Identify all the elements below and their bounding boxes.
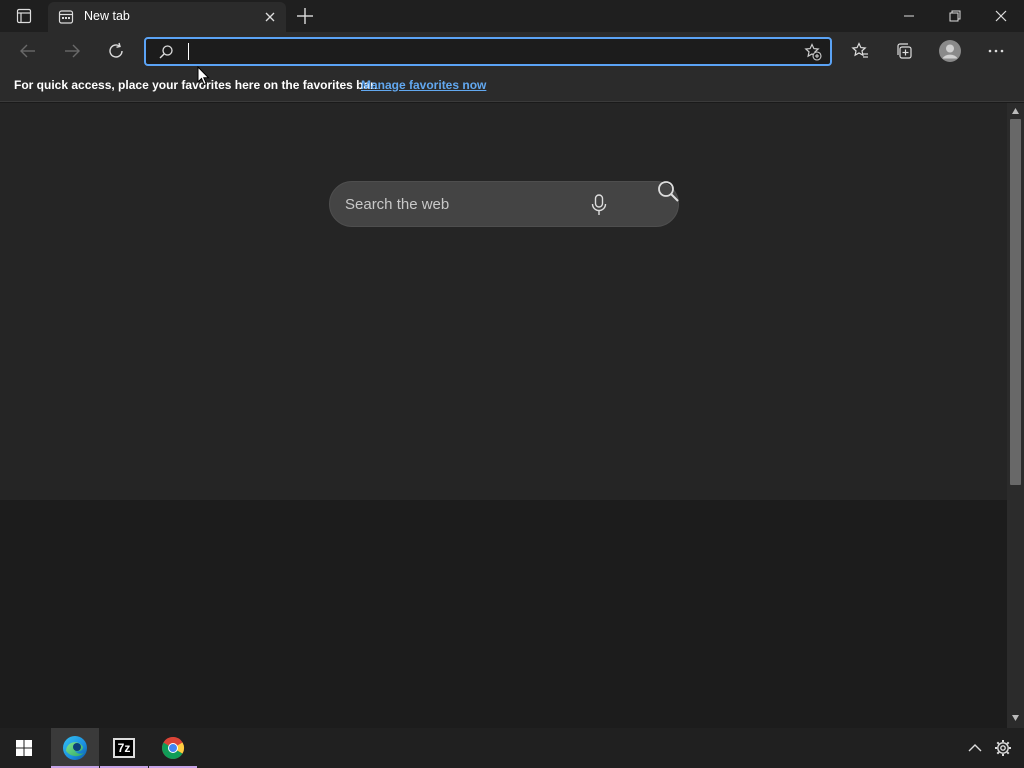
- refresh-icon: [109, 42, 123, 58]
- taskbar: 7z: [0, 728, 1024, 768]
- forward-button[interactable]: [56, 36, 88, 66]
- tab-actions-button[interactable]: [0, 0, 48, 32]
- new-tab-button[interactable]: [294, 5, 316, 27]
- chevron-up-icon: [968, 744, 982, 752]
- windows-logo-icon: [16, 740, 32, 756]
- start-button[interactable]: [0, 728, 48, 768]
- web-search-box[interactable]: Search the web: [329, 181, 679, 227]
- ellipsis-icon: [988, 49, 1004, 53]
- favorites-bar-message: For quick access, place your favorites h…: [14, 78, 378, 92]
- scrollbar-thumb[interactable]: [1010, 119, 1021, 485]
- avatar-icon: [939, 40, 961, 62]
- title-bar: New tab: [0, 0, 1024, 32]
- text-caret: [188, 43, 189, 60]
- scroll-up-icon[interactable]: [1011, 107, 1020, 115]
- taskbar-chrome[interactable]: [149, 728, 197, 768]
- 7zip-icon: 7z: [113, 738, 135, 758]
- back-button[interactable]: [12, 36, 44, 66]
- gear-icon: [995, 740, 1011, 756]
- scroll-down-icon[interactable]: [1011, 714, 1020, 722]
- new-tab-page: [0, 103, 1007, 500]
- settings-button[interactable]: [982, 728, 1024, 768]
- new-tab-page-lower: [0, 500, 1007, 728]
- close-window-button[interactable]: [978, 0, 1024, 32]
- collections-icon: [897, 43, 912, 59]
- taskbar-7zip[interactable]: 7z: [100, 728, 148, 768]
- close-icon: [995, 10, 1007, 22]
- minimize-button[interactable]: [886, 0, 932, 32]
- tab-title: New tab: [84, 9, 130, 23]
- tab-new-tab[interactable]: New tab: [48, 2, 286, 32]
- search-icon: [159, 45, 173, 59]
- favorites-button[interactable]: [844, 36, 876, 66]
- mouse-cursor-icon: [197, 66, 210, 86]
- tab-actions-icon: [16, 8, 32, 24]
- more-button[interactable]: [980, 36, 1012, 66]
- address-input[interactable]: [186, 41, 786, 62]
- taskbar-edge[interactable]: [51, 728, 99, 768]
- search-placeholder: Search the web: [345, 196, 450, 213]
- arrow-right-icon: [65, 44, 80, 58]
- minimize-icon: [904, 15, 914, 17]
- restore-icon: [949, 10, 961, 22]
- favorites-bar: For quick access, place your favorites h…: [0, 70, 1024, 102]
- arrow-left-icon: [20, 44, 35, 58]
- search-icon[interactable]: [656, 179, 680, 203]
- profile-button[interactable]: [934, 36, 966, 66]
- edge-icon: [63, 736, 87, 760]
- chrome-icon: [162, 737, 184, 759]
- newtab-page-icon: [58, 10, 74, 24]
- star-plus-icon[interactable]: [804, 43, 822, 61]
- address-bar[interactable]: [144, 37, 832, 66]
- vertical-scrollbar[interactable]: [1007, 103, 1024, 728]
- star-list-icon: [851, 42, 868, 58]
- manage-favorites-link[interactable]: Manage favorites now: [361, 78, 486, 92]
- close-icon[interactable]: [262, 9, 278, 25]
- refresh-button[interactable]: [100, 36, 132, 66]
- restore-button[interactable]: [932, 0, 978, 32]
- collections-button[interactable]: [888, 36, 920, 66]
- microphone-icon[interactable]: [590, 193, 608, 217]
